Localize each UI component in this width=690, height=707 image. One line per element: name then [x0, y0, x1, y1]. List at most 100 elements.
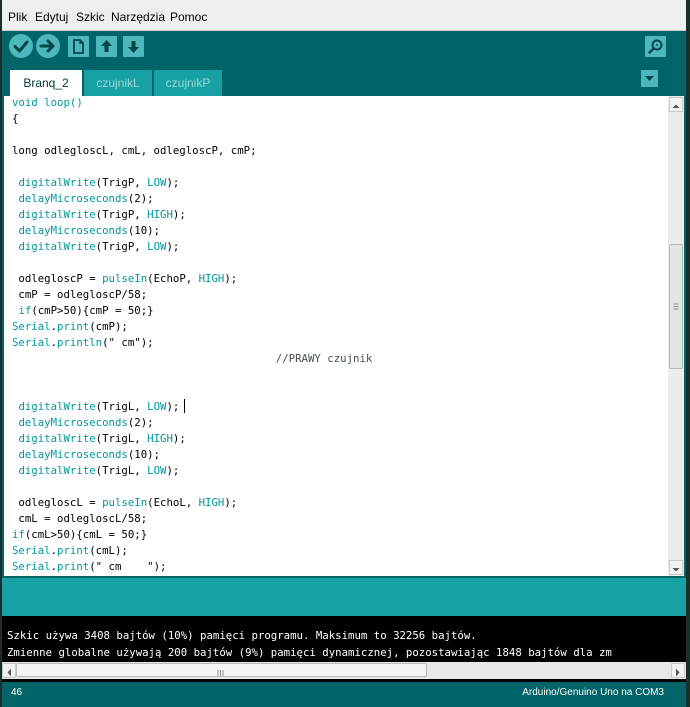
- code-token: odlegloscP =: [12, 272, 103, 285]
- scrollbar-thumb[interactable]: [669, 244, 683, 369]
- code-line: odlegloscL = pulseIn(EchoL, HIGH);: [12, 495, 237, 511]
- code-keyword: LOW: [147, 176, 167, 189]
- code-line: Serial.print(cmL);: [12, 543, 128, 559]
- code-line: digitalWrite(TrigL, HIGH);: [12, 431, 186, 447]
- code-keyword: delayMicroseconds: [18, 224, 128, 237]
- code-token: (" cm");: [102, 336, 154, 349]
- code-token: );: [166, 464, 180, 477]
- code-token: (EchoL,: [147, 496, 199, 509]
- code-keyword: LOW: [147, 400, 167, 413]
- tab-menu-button[interactable]: [641, 70, 658, 87]
- upload-arrow-icon: [39, 39, 55, 53]
- code-keyword: Serial: [12, 560, 51, 573]
- tab-czujnikl[interactable]: czujnikL: [84, 70, 152, 96]
- code-keyword: pulseIn: [102, 272, 148, 285]
- code-token: (EchoP,: [147, 272, 199, 285]
- new-file-icon: [73, 39, 84, 54]
- arrow-down-icon: [672, 568, 680, 572]
- arrow-right-icon: [676, 668, 680, 677]
- tab-branq-2[interactable]: Branq_2: [10, 70, 82, 96]
- code-keyword: Serial: [12, 320, 51, 333]
- serial-monitor-button[interactable]: [645, 36, 666, 57]
- code-token: );: [166, 176, 180, 189]
- code-token: (cmP>50){cmP = 50;}: [31, 304, 154, 317]
- code-keyword: println: [57, 336, 103, 349]
- code-line: long odlegloscL, cmL, odlegloscP, cmP;: [12, 143, 257, 159]
- editor-vertical-scrollbar[interactable]: [668, 96, 684, 576]
- scroll-left-button[interactable]: [2, 663, 16, 678]
- scroll-right-button[interactable]: [671, 663, 685, 678]
- save-sketch-button[interactable]: [123, 36, 144, 57]
- code-keyword: delayMicroseconds: [18, 192, 128, 205]
- code-keyword: digitalWrite: [18, 432, 96, 445]
- code-line: Serial.print(cmP);: [12, 319, 128, 335]
- line-number: 46: [11, 687, 23, 698]
- scroll-up-button[interactable]: [669, 97, 683, 112]
- code-keyword: HIGH: [147, 432, 173, 445]
- code-token: long odlegloscL, cmL, odlegloscP, cmP;: [12, 144, 257, 157]
- code-token: (cmL>50){cmL = 50;}: [24, 528, 148, 541]
- chevron-down-icon: [645, 76, 654, 81]
- code-token: (2);: [127, 192, 154, 205]
- code-token: );: [224, 272, 238, 285]
- new-sketch-button[interactable]: [68, 36, 89, 57]
- code-keyword: pulseIn: [102, 496, 148, 509]
- code-token: (cmP);: [89, 320, 128, 333]
- code-line: delayMicroseconds(10);: [12, 447, 160, 463]
- code-keyword: LOW: [147, 240, 167, 253]
- arrow-up-icon: [672, 104, 680, 108]
- code-token: );: [224, 496, 238, 509]
- code-keyword: Serial: [12, 336, 51, 349]
- code-line: digitalWrite(TrigP, LOW);: [12, 239, 179, 255]
- scroll-down-button[interactable]: [669, 560, 683, 575]
- menu-sketch[interactable]: Szkic: [76, 10, 105, 24]
- code-keyword: digitalWrite: [18, 208, 96, 221]
- code-keyword: print: [57, 560, 90, 573]
- code-keyword: HIGH: [147, 208, 173, 221]
- code-line: //PRAWY czujnik: [12, 351, 373, 367]
- code-line: if(cmP>50){cmP = 50;}: [12, 303, 154, 319]
- code-keyword: digitalWrite: [18, 176, 96, 189]
- upload-button[interactable]: [36, 34, 60, 58]
- arduino-ide-window: Plik Edytuj Szkic Narzędzia Pomoc Branq_…: [2, 0, 686, 707]
- code-keyword: print: [57, 320, 90, 333]
- menu-file[interactable]: Plik: [8, 10, 27, 24]
- code-token: (cmL);: [89, 544, 128, 557]
- code-token: {: [12, 112, 19, 125]
- code-token: (10);: [127, 224, 161, 237]
- menu-tools[interactable]: Narzędzia: [111, 10, 165, 24]
- code-token: );: [172, 432, 186, 445]
- magnifier-icon: [648, 39, 663, 54]
- code-line: cmL = odlegloscL/58;: [12, 511, 147, 527]
- menu-help[interactable]: Pomoc: [170, 10, 207, 24]
- board-port: Arduino/Genuino Uno na COM3: [522, 687, 664, 698]
- console-line: Szkic używa 3408 bajtów (10%) pamięci pr…: [7, 629, 477, 642]
- code-keyword: void loop(): [12, 96, 83, 109]
- message-area: [2, 578, 686, 616]
- code-keyword: if: [12, 528, 25, 541]
- status-bar: 46 Arduino/Genuino Uno na COM3: [2, 682, 686, 707]
- menu-edit[interactable]: Edytuj: [35, 10, 68, 24]
- code-line: cmP = odlegloscP/58;: [12, 287, 147, 303]
- scrollbar-thumb[interactable]: [16, 663, 427, 677]
- verify-button[interactable]: [9, 34, 33, 58]
- code-token: (" cm ");: [89, 560, 167, 573]
- code-token: cmP = odlegloscP/58;: [12, 288, 148, 301]
- code-token: );: [166, 400, 180, 413]
- code-keyword: delayMicroseconds: [18, 416, 128, 429]
- code-token: (TrigP,: [95, 240, 148, 253]
- code-keyword: digitalWrite: [18, 464, 96, 477]
- code-line: Serial.println(" cm");: [12, 335, 154, 351]
- tab-czujnikp[interactable]: czujnikP: [154, 70, 222, 96]
- code-keyword: print: [57, 544, 90, 557]
- grip-icon: [217, 670, 224, 676]
- code-line: digitalWrite(TrigL, LOW);: [12, 463, 179, 479]
- code-line: {: [12, 111, 18, 127]
- code-editor[interactable]: void loop() { long odlegloscL, cmL, odlegl…: [4, 96, 668, 576]
- console-horizontal-scrollbar[interactable]: [2, 662, 686, 679]
- code-line: odlegloscP = pulseIn(EchoP, HIGH);: [12, 271, 237, 287]
- code-keyword: HIGH: [198, 496, 225, 509]
- open-sketch-button[interactable]: [96, 36, 117, 57]
- tab-bar: Branq_2 czujnikL czujnikP: [2, 64, 686, 96]
- code-line: delayMicroseconds(2);: [12, 191, 154, 207]
